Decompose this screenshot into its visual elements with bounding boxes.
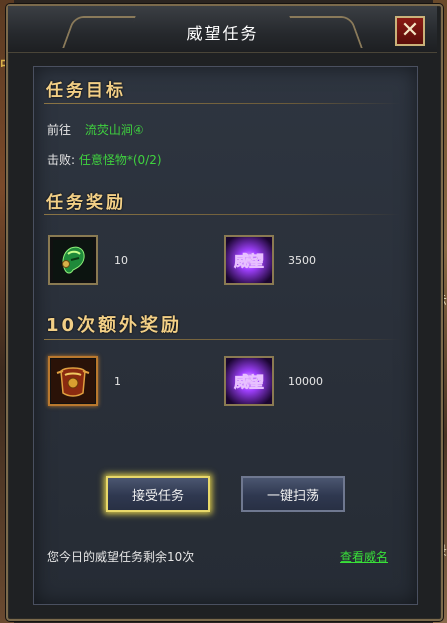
defeat-row: 击败: 任意怪物*(0/2) bbox=[47, 151, 162, 168]
view-prestige-link[interactable]: 查看威名 bbox=[340, 548, 388, 565]
one-click-sweep-button[interactable]: 一键扫荡 bbox=[241, 476, 345, 512]
accept-quest-button[interactable]: 接受任务 bbox=[106, 476, 210, 512]
rewards-heading: 任务奖励 bbox=[46, 193, 126, 213]
close-icon: ✕ bbox=[400, 18, 420, 43]
bonus-reward-slot-2[interactable]: 威望 bbox=[224, 356, 274, 406]
prestige-icon-label: 威望 bbox=[234, 373, 264, 391]
objectives-divider bbox=[44, 103, 400, 104]
prestige-icon: 威望 bbox=[226, 237, 272, 283]
title-bar[interactable]: 威望任务 bbox=[8, 6, 437, 53]
green-mask-icon bbox=[53, 240, 93, 280]
reward-count-2: 3500 bbox=[288, 254, 316, 267]
golden-armor-icon bbox=[51, 359, 95, 403]
goto-target-link[interactable]: 流荧山涧④ bbox=[85, 123, 144, 137]
bonus-rewards-divider bbox=[44, 339, 400, 340]
bonus-reward-slot-1[interactable] bbox=[48, 356, 98, 406]
remaining-quests-text: 您今日的威望任务剩余10次 bbox=[47, 550, 195, 564]
reward-slot-1[interactable] bbox=[48, 235, 98, 285]
defeat-target: 任意怪物*(0/2) bbox=[78, 153, 162, 167]
rewards-divider bbox=[44, 214, 400, 215]
bonus-reward-count-1: 1 bbox=[114, 375, 121, 388]
defeat-label: 击败: bbox=[47, 153, 76, 167]
window-title: 威望任务 bbox=[186, 24, 259, 43]
bonus-rewards-heading: 10次额外奖励 bbox=[46, 315, 183, 336]
prestige-icon-label: 威望 bbox=[234, 252, 264, 270]
goto-label: 前往 bbox=[47, 123, 72, 137]
bonus-reward-count-2: 10000 bbox=[288, 375, 323, 388]
reward-count-1: 10 bbox=[114, 254, 128, 267]
goto-row: 前往 流荧山涧④ bbox=[47, 121, 144, 138]
prestige-icon: 威望 bbox=[226, 358, 272, 404]
reward-slot-2[interactable]: 威望 bbox=[224, 235, 274, 285]
close-button[interactable]: ✕ bbox=[395, 16, 425, 46]
objectives-heading: 任务目标 bbox=[46, 81, 126, 101]
